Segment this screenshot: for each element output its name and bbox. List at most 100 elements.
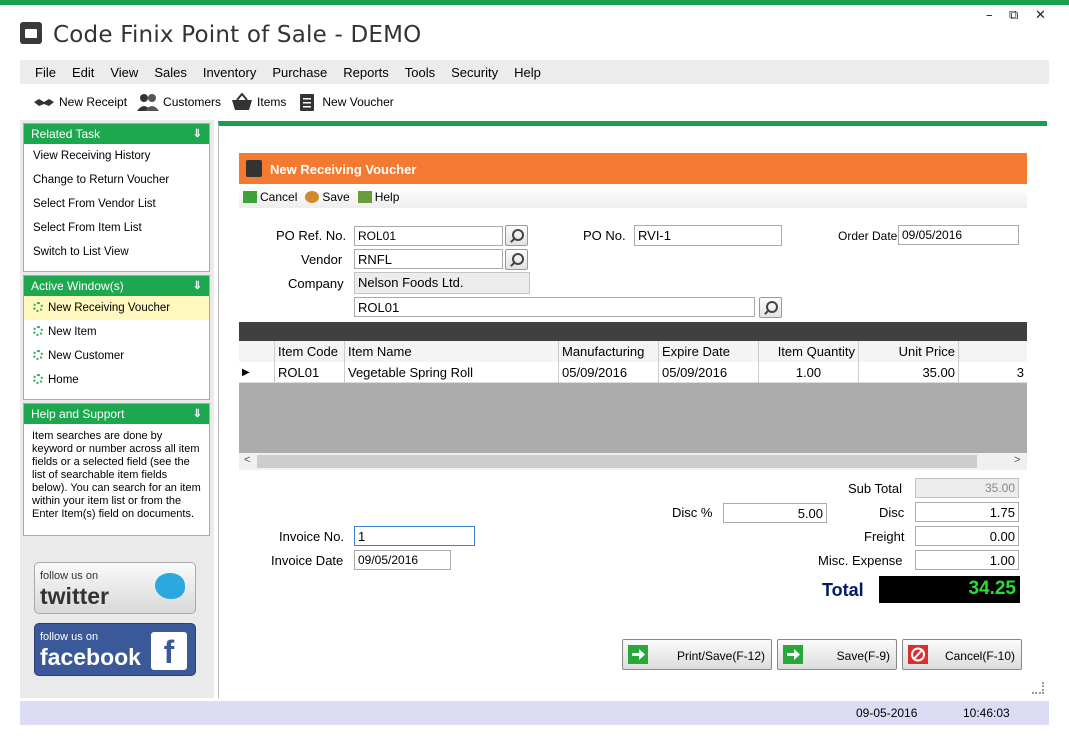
freight-input[interactable]: 0.00	[915, 526, 1019, 546]
invoice-date-input[interactable]: 09/05/2016	[354, 550, 451, 570]
task-change-to-return-voucher[interactable]: Change to Return Voucher	[24, 168, 209, 192]
grid-header-row: Item Code Item Name Manufacturing Expire…	[239, 341, 1027, 362]
cell-expire-date[interactable]: 05/09/2016	[659, 362, 759, 383]
window-item-home[interactable]: Home	[24, 368, 209, 392]
restore-button[interactable]: ⧉	[1009, 8, 1018, 23]
invoice-date-label: Invoice Date	[271, 553, 344, 568]
table-row[interactable]: ▶ ROL01 Vegetable Spring Roll 05/09/2016…	[239, 362, 1027, 383]
cell-unit-price[interactable]: 35.00	[859, 362, 959, 383]
scroll-right-icon[interactable]: >	[1014, 454, 1020, 466]
vendor-search-icon[interactable]	[505, 249, 528, 270]
menu-edit[interactable]: Edit	[72, 65, 94, 80]
po-no-input[interactable]: RVI-1	[634, 225, 782, 246]
menu-purchase[interactable]: Purchase	[272, 65, 327, 80]
facebook-follow-button[interactable]: follow us on facebook f	[34, 623, 196, 676]
col-item-quantity[interactable]: Item Quantity	[759, 341, 859, 362]
active-windows-title: Active Window(s)	[31, 279, 124, 293]
cell-item-code[interactable]: ROL01	[275, 362, 345, 383]
menu-file[interactable]: File	[35, 65, 56, 80]
scroll-left-icon[interactable]: <	[244, 454, 250, 466]
print-save-label: Print/Save(F-12)	[676, 649, 765, 663]
cell-manufacturing[interactable]: 05/09/2016	[559, 362, 659, 383]
items-button[interactable]: Items	[231, 93, 286, 111]
col-item-code[interactable]: Item Code	[275, 341, 345, 362]
menu-view[interactable]: View	[110, 65, 138, 80]
customers-button[interactable]: Customers	[137, 93, 221, 111]
scrollbar-thumb[interactable]	[257, 455, 977, 468]
cancel-button[interactable]: Cancel(F-10)	[902, 639, 1022, 670]
menu-security[interactable]: Security	[451, 65, 498, 80]
cell-overflow[interactable]: 3	[959, 362, 1027, 383]
window-item-label: New Customer	[48, 350, 125, 362]
collapse-chevron-icon[interactable]: ⇓	[193, 407, 202, 421]
app-logo-icon	[20, 22, 42, 44]
items-label: Items	[257, 95, 287, 109]
twitter-wordmark: twitter	[40, 583, 109, 609]
col-item-name[interactable]: Item Name	[345, 341, 559, 362]
help-action-label: Help	[374, 190, 400, 204]
total-display: 34.25	[879, 576, 1020, 603]
active-windows-header[interactable]: Active Window(s) ⇓	[24, 276, 209, 296]
menu-help[interactable]: Help	[514, 65, 541, 80]
vendor-input[interactable]: RNFL	[354, 249, 503, 269]
disc-pct-input[interactable]: 5.00	[723, 503, 827, 523]
twitter-follow-button[interactable]: follow us on twitter	[34, 562, 196, 614]
cancel-action[interactable]: Cancel	[243, 190, 297, 204]
menu-reports[interactable]: Reports	[343, 65, 389, 80]
col-expire-date[interactable]: Expire Date	[659, 341, 759, 362]
task-switch-to-list-view[interactable]: Switch to List View	[24, 240, 209, 264]
resize-grip-icon[interactable]	[1032, 682, 1044, 694]
clipboard-icon	[300, 94, 315, 111]
save-button[interactable]: Save(F-9)	[777, 639, 897, 670]
cancel-label: Cancel(F-10)	[944, 649, 1015, 663]
window-item-new-customer[interactable]: New Customer	[24, 344, 209, 368]
col-overflow	[959, 341, 1027, 362]
subtotal-label: Sub Total	[848, 481, 902, 496]
items-grid: Item Code Item Name Manufacturing Expire…	[239, 341, 1027, 453]
arrow-right-icon	[783, 645, 803, 664]
freight-label: Freight	[864, 529, 905, 544]
menu-inventory[interactable]: Inventory	[203, 65, 256, 80]
po-ref-search-icon[interactable]	[505, 225, 528, 246]
handshake-icon	[34, 99, 54, 106]
collapse-chevron-icon[interactable]: ⇓	[193, 279, 202, 293]
disc-input[interactable]: 1.75	[915, 502, 1019, 522]
menu-tools[interactable]: Tools	[405, 65, 435, 80]
cell-item-quantity[interactable]: 1.00	[759, 362, 859, 383]
related-task-title: Related Task	[31, 127, 101, 141]
help-support-header[interactable]: Help and Support ⇓	[24, 404, 209, 424]
close-button[interactable]: ✕	[1035, 8, 1046, 23]
top-accent-bar	[0, 0, 1069, 5]
order-date-input[interactable]: 09/05/2016	[898, 225, 1019, 245]
invoice-no-input[interactable]: 1	[354, 526, 475, 546]
window-title: Code Finix Point of Sale - DEMO	[53, 22, 422, 48]
related-task-panel: Related Task ⇓ View Receiving History Cha…	[23, 123, 210, 272]
window-item-label: New Receiving Voucher	[48, 302, 171, 314]
grid-horizontal-scrollbar[interactable]: < >	[239, 453, 1027, 470]
cell-item-name[interactable]: Vegetable Spring Roll	[345, 362, 559, 383]
related-task-header[interactable]: Related Task ⇓	[24, 124, 209, 144]
minimize-button[interactable]: –	[986, 8, 993, 23]
grid-corner	[239, 341, 275, 362]
new-voucher-button[interactable]: New Voucher	[296, 93, 394, 111]
col-unit-price[interactable]: Unit Price	[859, 341, 959, 362]
po-ref-input[interactable]: ROL01	[354, 226, 503, 246]
save-action[interactable]: Save	[305, 190, 350, 204]
collapse-chevron-icon[interactable]: ⇓	[193, 127, 202, 141]
task-select-from-item-list[interactable]: Select From Item List	[24, 216, 209, 240]
task-view-receiving-history[interactable]: View Receiving History	[24, 144, 209, 168]
item-search-input[interactable]: ROL01	[354, 297, 755, 317]
new-receipt-button[interactable]: New Receipt	[33, 93, 127, 111]
print-save-button[interactable]: Print/Save(F-12)	[622, 639, 772, 670]
misc-expense-input[interactable]: 1.00	[915, 550, 1019, 570]
row-selector-icon[interactable]: ▶	[239, 362, 275, 383]
window-icon	[33, 350, 43, 360]
task-select-from-vendor-list[interactable]: Select From Vendor List	[24, 192, 209, 216]
window-item-new-item[interactable]: New Item	[24, 320, 209, 344]
col-manufacturing[interactable]: Manufacturing	[559, 341, 659, 362]
menu-sales[interactable]: Sales	[154, 65, 187, 80]
window-item-label: Home	[48, 374, 79, 386]
window-item-new-receiving-voucher[interactable]: New Receiving Voucher	[24, 296, 209, 320]
item-search-icon[interactable]	[759, 297, 782, 318]
help-action[interactable]: Help	[357, 190, 400, 204]
